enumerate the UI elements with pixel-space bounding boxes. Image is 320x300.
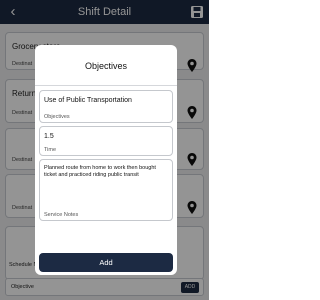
objectives-dialog: Objectives Use of Public Transportation … [35, 45, 177, 275]
objectives-field[interactable]: Use of Public Transportation Objectives [39, 90, 173, 123]
service-notes-label: Service Notes [44, 212, 79, 218]
time-label: Time [44, 147, 57, 153]
service-notes-value: Planned route from home to work then bou… [44, 165, 156, 178]
app: ‹ Shift Detail Grocery store Destinat Re… [0, 0, 209, 300]
time-field[interactable]: 1.5 Time [39, 126, 173, 156]
add-button[interactable]: Add [39, 253, 173, 272]
time-value: 1.5 [44, 133, 54, 140]
objectives-label: Objectives [44, 114, 70, 120]
divider [35, 85, 177, 86]
objectives-value: Use of Public Transportation [44, 97, 132, 104]
dialog-title: Objectives [84, 61, 128, 71]
service-notes-field[interactable]: Planned route from home to work then bou… [39, 159, 173, 221]
